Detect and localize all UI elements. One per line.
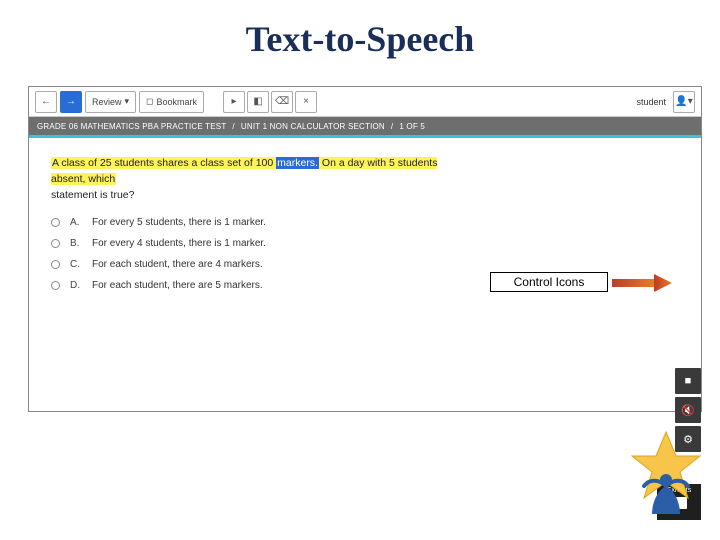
stop-icon: ■	[685, 375, 692, 387]
bookmark-icon: ◻	[146, 96, 153, 107]
option-letter: A.	[70, 217, 82, 228]
tool-cluster: ▸ ◧ ⌫ ×	[223, 91, 317, 113]
crumb-test: GRADE 06 MATHEMATICS PBA PRACTICE TEST	[37, 122, 226, 131]
pointer-tool[interactable]: ▸	[223, 91, 245, 113]
option-text: For each student, there are 4 markers.	[92, 259, 263, 270]
flag-tool[interactable]: ◧	[247, 91, 269, 113]
radio-icon[interactable]	[51, 281, 60, 290]
review-label: Review	[92, 97, 122, 107]
callout-arrow	[612, 274, 672, 292]
highlighted-text: A class of 25 students shares a class se…	[51, 157, 437, 185]
crumb-sep: /	[232, 122, 234, 131]
option-a[interactable]: A. For every 5 students, there is 1 mark…	[51, 217, 683, 228]
option-c[interactable]: C. For each student, there are 4 markers…	[51, 259, 683, 270]
stem-line2: statement is true?	[51, 189, 134, 201]
breadcrumb: GRADE 06 MATHEMATICS PBA PRACTICE TEST /…	[29, 117, 701, 135]
app-frame: ← → Review ▾ ◻ Bookmark ▸ ◧ ⌫ × student …	[28, 86, 702, 412]
flag-icon: ◧	[253, 96, 262, 107]
toolbar: ← → Review ▾ ◻ Bookmark ▸ ◧ ⌫ × student …	[29, 87, 701, 117]
star-person-logo	[630, 430, 702, 516]
crumb-progress: 1 OF 5	[399, 122, 425, 131]
radio-icon[interactable]	[51, 218, 60, 227]
option-text: For each student, there are 5 markers.	[92, 280, 263, 291]
radio-icon[interactable]	[51, 239, 60, 248]
next-button[interactable]: →	[60, 91, 82, 113]
chevron-down-icon: ▾	[688, 96, 693, 107]
question-stem: A class of 25 students shares a class se…	[51, 156, 471, 203]
selected-word: markers.	[276, 157, 319, 169]
option-letter: D.	[70, 280, 82, 291]
user-icon: 👤	[675, 96, 687, 107]
stem-pre: A class of 25 students shares a class se…	[52, 157, 273, 169]
option-text: For every 5 students, there is 1 marker.	[92, 217, 266, 228]
review-button[interactable]: Review ▾	[85, 91, 136, 113]
close-tool[interactable]: ×	[295, 91, 317, 113]
eraser-tool[interactable]: ⌫	[271, 91, 293, 113]
option-letter: B.	[70, 238, 82, 249]
option-letter: C.	[70, 259, 82, 270]
option-text: For every 4 students, there is 1 marker.	[92, 238, 266, 249]
tts-volume-button[interactable]: 🔇	[675, 397, 701, 423]
volume-icon: 🔇	[681, 404, 695, 417]
eraser-icon: ⌫	[275, 96, 289, 107]
slide-title: Text-to-Speech	[0, 0, 720, 60]
user-label: student	[636, 97, 666, 107]
crumb-sep: /	[391, 122, 393, 131]
prev-button[interactable]: ←	[35, 91, 57, 113]
radio-icon[interactable]	[51, 260, 60, 269]
chevron-down-icon: ▾	[125, 96, 130, 107]
option-b[interactable]: B. For every 4 students, there is 1 mark…	[51, 238, 683, 249]
user-menu[interactable]: 👤 ▾	[673, 91, 695, 113]
tts-stop-button[interactable]: ■	[675, 368, 701, 394]
bookmark-label: Bookmark	[157, 97, 198, 107]
bookmark-button[interactable]: ◻ Bookmark	[139, 91, 204, 113]
pointer-icon: ▸	[232, 96, 237, 107]
control-icons-callout: Control Icons	[490, 272, 608, 292]
crumb-unit: UNIT 1 NON CALCULATOR SECTION	[241, 122, 385, 131]
